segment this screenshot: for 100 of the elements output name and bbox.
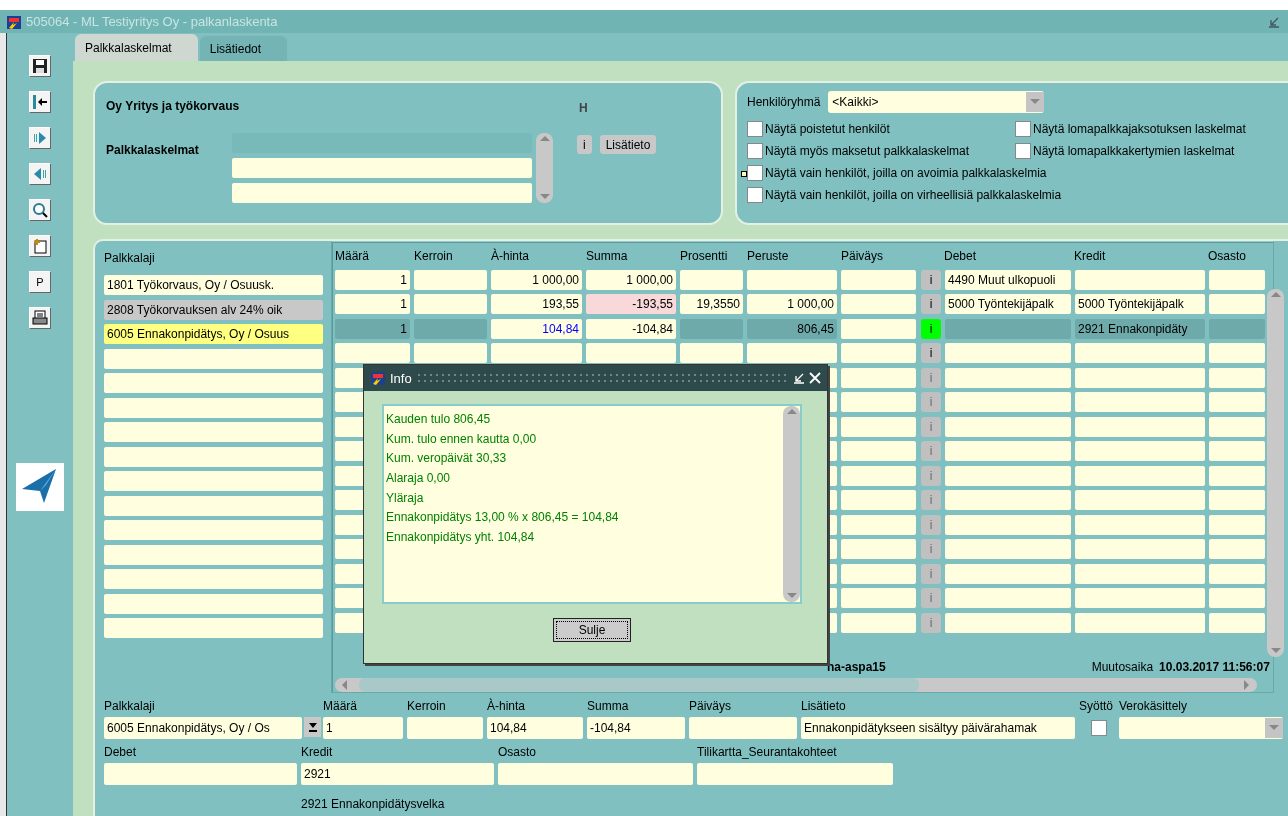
table-cell[interactable] bbox=[841, 294, 916, 315]
table-cell[interactable]: 1 bbox=[335, 269, 410, 290]
table-cell[interactable] bbox=[1075, 392, 1205, 413]
input-field[interactable]: 1 bbox=[323, 717, 403, 739]
close-button[interactable]: Sulje bbox=[553, 618, 631, 642]
table-cell[interactable] bbox=[841, 343, 916, 364]
table-cell[interactable] bbox=[1075, 612, 1205, 633]
select-field[interactable] bbox=[1119, 717, 1283, 739]
table-cell[interactable] bbox=[945, 441, 1071, 462]
info-button[interactable]: i bbox=[921, 269, 941, 290]
scrollbar[interactable] bbox=[536, 133, 553, 203]
input-field[interactable] bbox=[689, 717, 797, 739]
checkbox[interactable] bbox=[747, 165, 763, 181]
input-field[interactable]: 104,84 bbox=[487, 717, 583, 739]
table-cell[interactable]: 1 000,00 bbox=[747, 294, 837, 315]
table-cell[interactable] bbox=[1209, 343, 1265, 364]
horizontal-scrollbar[interactable] bbox=[335, 677, 1257, 692]
table-cell[interactable] bbox=[1209, 588, 1265, 609]
table-cell[interactable] bbox=[680, 269, 743, 290]
info-button[interactable]: i bbox=[921, 294, 941, 315]
details-button[interactable]: Lisätieto bbox=[599, 135, 657, 154]
table-cell[interactable] bbox=[841, 563, 916, 584]
exit-button[interactable] bbox=[29, 91, 51, 113]
table-cell[interactable] bbox=[1209, 514, 1265, 535]
table-cell[interactable]: 1 bbox=[335, 294, 410, 315]
table-cell[interactable] bbox=[841, 392, 916, 413]
input-field[interactable] bbox=[697, 763, 893, 785]
table-cell[interactable]: 6005 Ennakonpidätys, Oy / Osuus bbox=[104, 324, 323, 344]
table-cell[interactable]: 193,55 bbox=[491, 294, 582, 315]
table-cell[interactable]: 4490 Muut ulkopuoli bbox=[945, 269, 1071, 290]
table-cell[interactable]: 806,45 bbox=[747, 318, 837, 339]
table-cell[interactable] bbox=[1209, 539, 1265, 560]
list-field[interactable] bbox=[232, 183, 532, 203]
table-cell[interactable] bbox=[1075, 465, 1205, 486]
table-cell[interactable]: 2921 Ennakonpidäty bbox=[1075, 318, 1205, 339]
table-cell[interactable] bbox=[1075, 563, 1205, 584]
list-field[interactable] bbox=[232, 158, 532, 178]
scrollbar[interactable] bbox=[1267, 288, 1284, 657]
table-cell[interactable] bbox=[747, 343, 837, 364]
table-cell[interactable] bbox=[1209, 563, 1265, 584]
table-cell[interactable] bbox=[945, 490, 1071, 511]
checkbox[interactable] bbox=[1015, 121, 1031, 137]
table-cell[interactable] bbox=[335, 343, 410, 364]
arrow-right-button[interactable] bbox=[29, 127, 51, 149]
table-cell[interactable]: -193,55 bbox=[586, 294, 676, 315]
input-field[interactable] bbox=[104, 763, 297, 785]
table-cell[interactable] bbox=[1209, 367, 1265, 388]
table-cell[interactable] bbox=[945, 392, 1071, 413]
table-cell[interactable] bbox=[945, 612, 1071, 633]
table-cell[interactable] bbox=[680, 343, 743, 364]
table-cell[interactable] bbox=[1209, 294, 1265, 315]
table-cell[interactable] bbox=[945, 343, 1071, 364]
table-cell[interactable]: 1801 Työkorvaus, Oy / Osuusk. bbox=[104, 275, 323, 295]
tab[interactable]: Lisätiedot bbox=[199, 36, 288, 61]
print-button[interactable] bbox=[29, 307, 51, 329]
table-cell[interactable] bbox=[104, 348, 323, 369]
table-cell[interactable]: 104,84 bbox=[491, 318, 582, 339]
info-button[interactable]: i bbox=[921, 318, 941, 339]
checkbox[interactable] bbox=[1091, 720, 1107, 736]
table-cell[interactable] bbox=[1075, 514, 1205, 535]
table-cell[interactable] bbox=[586, 343, 676, 364]
text-area[interactable]: Kauden tulo 806,45 Kum. tulo ennen kautta 0,00 Kum. veropäivät 30,33 Alaraja 0,00 Yläraja Ennakonpidätys 13,00 % x 806,45 = 104,84 Ennakonpidätys yht. 104,84 bbox=[382, 404, 802, 604]
table-cell[interactable] bbox=[1209, 490, 1265, 511]
table-cell[interactable] bbox=[1209, 612, 1265, 633]
table-cell[interactable] bbox=[1075, 416, 1205, 437]
input-field[interactable] bbox=[498, 763, 693, 785]
table-cell[interactable] bbox=[945, 514, 1071, 535]
table-cell[interactable] bbox=[414, 269, 487, 290]
table-cell[interactable] bbox=[841, 367, 916, 388]
info-button[interactable]: i bbox=[921, 343, 941, 364]
table-cell[interactable]: 19,3550 bbox=[680, 294, 743, 315]
table-cell[interactable] bbox=[945, 563, 1071, 584]
table-cell[interactable]: 1 bbox=[335, 318, 410, 339]
checkbox[interactable] bbox=[747, 143, 763, 159]
table-cell[interactable] bbox=[841, 318, 916, 339]
table-cell[interactable] bbox=[1075, 588, 1205, 609]
table-cell[interactable] bbox=[841, 465, 916, 486]
table-cell[interactable]: 2808 Työkorvauksen alv 24% oik bbox=[104, 299, 323, 320]
table-cell[interactable] bbox=[841, 441, 916, 462]
table-cell[interactable] bbox=[1075, 441, 1205, 462]
table-cell[interactable] bbox=[1209, 441, 1265, 462]
table-cell[interactable] bbox=[1075, 490, 1205, 511]
info-button[interactable]: i bbox=[577, 135, 592, 154]
select-field[interactable]: <Kaikki> bbox=[828, 91, 1045, 113]
table-cell[interactable] bbox=[1209, 416, 1265, 437]
table-cell[interactable] bbox=[841, 416, 916, 437]
input-field[interactable]: 6005 Ennakonpidätys, Oy / Os bbox=[104, 717, 302, 739]
table-cell[interactable] bbox=[1075, 343, 1205, 364]
table-cell[interactable] bbox=[945, 465, 1071, 486]
table-cell[interactable] bbox=[841, 269, 916, 290]
checkbox[interactable] bbox=[1015, 143, 1031, 159]
table-cell[interactable]: -104,84 bbox=[586, 318, 676, 339]
table-cell[interactable] bbox=[491, 343, 582, 364]
table-cell[interactable] bbox=[1209, 465, 1265, 486]
table-cell[interactable] bbox=[414, 294, 487, 315]
table-cell[interactable] bbox=[414, 343, 487, 364]
table-cell[interactable] bbox=[945, 367, 1071, 388]
toolbar-button[interactable]: P bbox=[29, 271, 51, 293]
input-field[interactable]: Ennakonpidätykseen sisältyy päivärahamak bbox=[801, 717, 1075, 739]
table-cell[interactable] bbox=[841, 490, 916, 511]
